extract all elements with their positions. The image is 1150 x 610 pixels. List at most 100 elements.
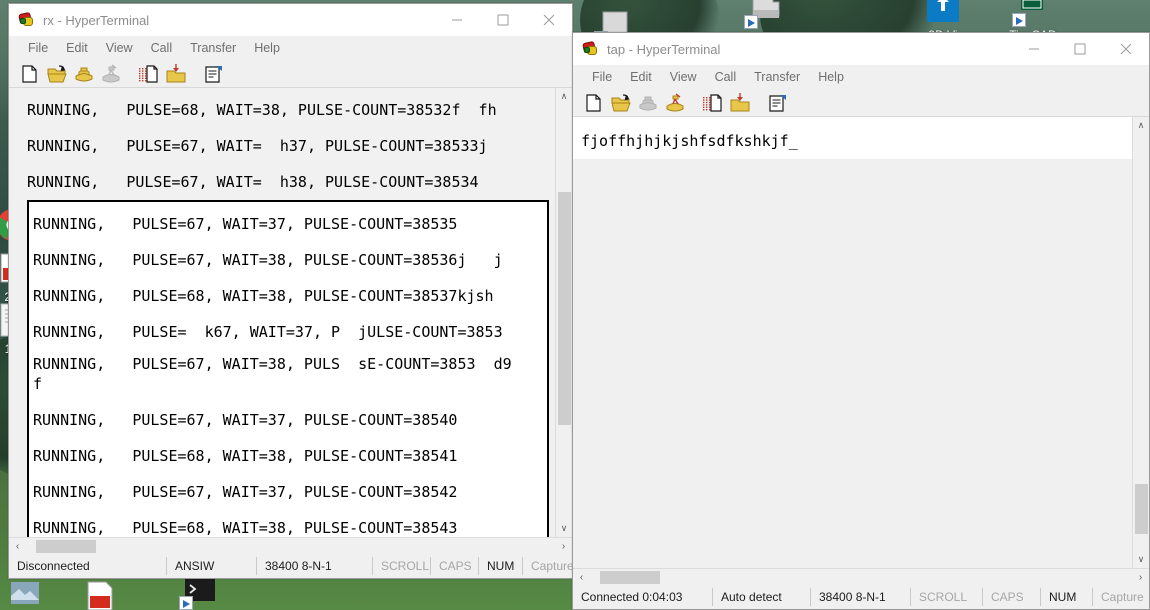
horizontal-scroll-thumb[interactable] xyxy=(36,539,96,553)
vertical-scrollbar[interactable]: ∧ ∨ xyxy=(555,88,572,537)
app-icon-part xyxy=(584,47,590,53)
call-icon[interactable] xyxy=(636,92,660,114)
window-rx: rx - HyperTerminal—☐✕FileEditViewCallTra… xyxy=(8,3,655,579)
status-cell-5: NUM xyxy=(479,557,523,575)
hyperterminal-app-icon xyxy=(582,40,600,58)
horizontal-scrollbar[interactable]: ‹ › xyxy=(573,568,1149,585)
vertical-scroll-thumb[interactable] xyxy=(558,192,571,425)
scroll-down-arrow-icon[interactable]: ∨ xyxy=(556,520,572,537)
call-icon[interactable] xyxy=(72,63,96,85)
shortcut-arrow-overlay-icon xyxy=(1012,13,1026,27)
status-cell-3: SCROLL xyxy=(373,557,431,575)
vertical-scroll-track[interactable] xyxy=(556,105,572,520)
terminal-output[interactable]: fjoffhjhjkjshfsdfkshkjf_ xyxy=(573,117,1132,568)
shortcut-arrow-overlay-icon xyxy=(744,15,758,29)
menu-item-call[interactable]: Call xyxy=(706,67,746,87)
scroll-up-arrow-icon[interactable]: ∧ xyxy=(556,88,572,105)
scroll-left-arrow-icon[interactable]: ‹ xyxy=(9,541,26,552)
horizontal-scrollbar[interactable]: ‹ › xyxy=(9,537,572,554)
menu-item-transfer[interactable]: Transfer xyxy=(745,67,809,87)
scroll-up-arrow-icon[interactable]: ∧ xyxy=(1133,117,1149,134)
menu-item-view[interactable]: View xyxy=(661,67,706,87)
menu-item-edit[interactable]: Edit xyxy=(57,38,97,58)
horizontal-scroll-track[interactable] xyxy=(590,570,1132,584)
window-titlebar[interactable]: tap - HyperTerminal —☐✕ xyxy=(573,33,1149,65)
status-cell-1: Auto detect xyxy=(713,588,811,606)
acrobat-icon xyxy=(80,576,120,610)
horizontal-scroll-thumb[interactable] xyxy=(600,570,660,584)
properties-icon[interactable] xyxy=(766,92,790,114)
scroll-down-arrow-icon[interactable]: ∨ xyxy=(1133,551,1149,568)
horizontal-scroll-track[interactable] xyxy=(26,539,555,553)
menu-item-call[interactable]: Call xyxy=(142,38,182,58)
shortcut-doc-icon xyxy=(744,0,785,29)
vertical-scrollbar[interactable]: ∧ ∨ xyxy=(1132,117,1149,568)
close-button[interactable]: ✕ xyxy=(526,4,572,36)
terminal-line: RUNNING, PULSE=68, WAIT=38, PULSE-COUNT=… xyxy=(27,101,497,119)
window-toolbar xyxy=(9,60,572,88)
window-statusbar: Connected 0:04:03 Auto detect 38400 8-N-1 S… xyxy=(573,585,1149,609)
terminal-line: RUNNING, PULSE=67, WAIT=38, PULSE-COUNT=… xyxy=(33,251,503,269)
menu-item-file[interactable]: File xyxy=(583,67,621,87)
new-connection-icon[interactable] xyxy=(582,92,606,114)
receive-file-icon[interactable] xyxy=(728,92,752,114)
terminal-output[interactable]: RUNNING, PULSE=68, WAIT=38, PULSE-COUNT=… xyxy=(9,88,555,537)
terminal-line: RUNNING, PULSE=67, WAIT=37, PULSE-COUNT=… xyxy=(33,483,458,501)
status-cell-0: Disconnected xyxy=(9,557,167,575)
properties-icon[interactable] xyxy=(202,63,226,85)
status-cell-0: Connected 0:04:03 xyxy=(573,588,713,606)
terminal-line: RUNNING, PULSE=67, WAIT=37, PULSE-COUNT=… xyxy=(33,215,458,233)
maximize-button[interactable]: ☐ xyxy=(1057,33,1103,65)
terminal-line: fjoffhjhjkjshfsdfkshkjf_ xyxy=(581,132,798,150)
terminal-area: RUNNING, PULSE=68, WAIT=38, PULSE-COUNT=… xyxy=(9,88,572,537)
window-controls: —☐✕ xyxy=(434,4,572,36)
window-menubar: File Edit View Call Transfer Help xyxy=(573,65,1149,89)
terminal-line: RUNNING, PULSE=67, WAIT=38, PULS sE-COUN… xyxy=(33,355,512,393)
hyperterminal-app-icon xyxy=(18,11,36,29)
close-button[interactable]: ✕ xyxy=(1103,33,1149,65)
open-connection-icon[interactable] xyxy=(45,63,69,85)
scroll-right-arrow-icon[interactable]: › xyxy=(555,541,572,552)
minimize-button[interactable]: — xyxy=(1011,33,1057,65)
terminal-active-region: fjoffhjhjkjshfsdfkshkjf_ xyxy=(573,117,1132,159)
window-controls: —☐✕ xyxy=(1011,33,1149,65)
menu-item-help[interactable]: Help xyxy=(245,38,289,58)
scroll-left-arrow-icon[interactable]: ‹ xyxy=(573,572,590,583)
terminal-line: RUNNING, PULSE=67, WAIT= h37, PULSE-COUN… xyxy=(27,137,488,155)
send-file-icon[interactable] xyxy=(701,92,725,114)
vertical-scroll-thumb[interactable] xyxy=(1135,484,1148,535)
menu-item-help[interactable]: Help xyxy=(809,67,853,87)
shortcut-cad-icon xyxy=(1012,0,1053,27)
terminal-line: RUNNING, PULSE=68, WAIT=38, PULSE-COUNT=… xyxy=(33,287,494,305)
window-title: rx - HyperTerminal xyxy=(43,12,150,28)
scroll-right-arrow-icon[interactable]: › xyxy=(1132,572,1149,583)
vertical-scroll-track[interactable] xyxy=(1133,134,1149,551)
menu-item-transfer[interactable]: Transfer xyxy=(181,38,245,58)
open-connection-icon[interactable] xyxy=(609,92,633,114)
terminal-line: RUNNING, PULSE=68, WAIT=38, PULSE-COUNT=… xyxy=(33,447,458,465)
minimize-button[interactable]: — xyxy=(434,4,480,36)
receive-file-icon[interactable] xyxy=(164,63,188,85)
terminal-line: RUNNING, PULSE=68, WAIT=38, PULSE-COUNT=… xyxy=(33,519,458,537)
terminal-line: RUNNING, PULSE= k67, WAIT=37, P jULSE-CO… xyxy=(33,323,503,341)
menu-item-file[interactable]: File xyxy=(19,38,57,58)
png-icon xyxy=(5,576,45,610)
terminal-line: RUNNING, PULSE=67, WAIT= h38, PULSE-COUN… xyxy=(27,173,479,191)
status-cell-6: Capture xyxy=(1093,588,1150,606)
app-icon-part xyxy=(20,18,26,24)
terminal-stale-region: RUNNING, PULSE=68, WAIT=38, PULSE-COUNT=… xyxy=(9,88,555,200)
disconnect-icon[interactable] xyxy=(99,63,123,85)
menu-item-edit[interactable]: Edit xyxy=(621,67,661,87)
terminal-area: fjoffhjhjkjshfsdfkshkjf_ ∧ ∨ xyxy=(573,117,1149,568)
status-cell-4: CAPS xyxy=(431,557,479,575)
maximize-button[interactable]: ☐ xyxy=(480,4,526,36)
new-connection-icon[interactable] xyxy=(18,63,42,85)
menu-item-view[interactable]: View xyxy=(97,38,142,58)
disconnect-icon[interactable] xyxy=(663,92,687,114)
desktop-icon-adobe[interactable]: Adobe Acrobat xyxy=(57,576,143,610)
window-titlebar[interactable]: rx - HyperTerminal —☐✕ xyxy=(9,4,572,36)
status-cell-1: ANSIW xyxy=(167,557,257,575)
send-file-icon[interactable] xyxy=(137,63,161,85)
status-cell-2: 38400 8-N-1 xyxy=(257,557,373,575)
window-title: tap - HyperTerminal xyxy=(607,41,721,57)
